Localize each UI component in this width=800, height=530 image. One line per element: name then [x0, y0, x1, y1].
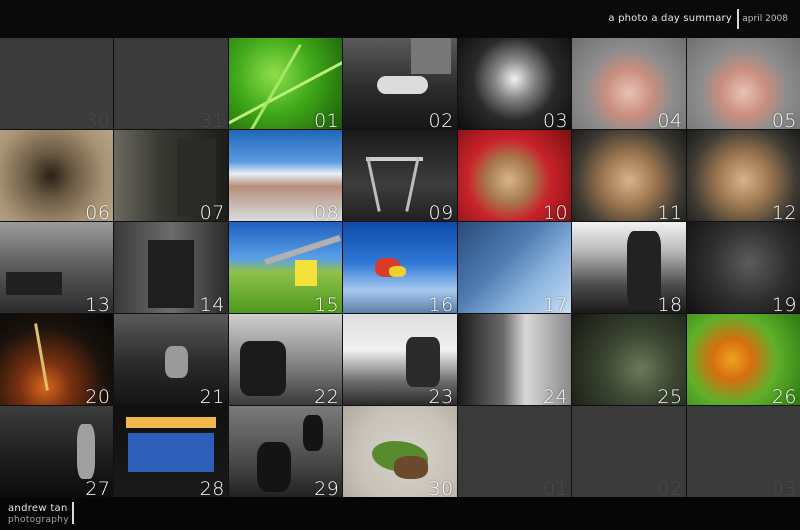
title-divider	[737, 9, 739, 29]
photo-tile[interactable]: 28	[114, 406, 228, 497]
photo-tile[interactable]: 20	[0, 314, 114, 405]
photo-tile[interactable]: 17	[457, 222, 572, 313]
brand-divider	[72, 502, 74, 524]
day-number: 23	[428, 386, 454, 405]
photo-detail	[257, 442, 292, 493]
day-number: 06	[85, 202, 111, 221]
photo-calendar-grid: 30 31 01 02 03 04 05 06 07 08 09 10 11 12 13 14 15 16 17 18…	[0, 38, 800, 497]
photo-tile[interactable]: 06	[0, 130, 114, 221]
photo-tile[interactable]: 11	[572, 130, 686, 221]
day-number: 17	[542, 294, 569, 313]
day-number: 03	[771, 478, 797, 497]
day-number: 10	[542, 202, 569, 221]
photo-detail	[165, 345, 189, 378]
day-number: 08	[314, 202, 340, 221]
day-number: 22	[314, 386, 340, 405]
photo-detail	[33, 323, 49, 392]
photo-tile[interactable]: 05	[686, 38, 800, 129]
photo-tile[interactable]: 25	[572, 314, 686, 405]
photo-detail	[365, 157, 381, 212]
photo-tile[interactable]: 24	[457, 314, 572, 405]
day-number: 14	[199, 294, 225, 313]
day-number: 28	[199, 478, 225, 497]
photo-tile[interactable]: 19	[686, 222, 800, 313]
day-number: 03	[542, 110, 569, 129]
day-number: 15	[314, 294, 340, 313]
photo-tile[interactable]: 01	[228, 38, 343, 129]
photo-detail	[411, 38, 452, 75]
day-number: 19	[771, 294, 797, 313]
photo-detail	[302, 415, 323, 452]
empty-day-tile: 30	[0, 38, 114, 129]
photo-tile[interactable]: 10	[457, 130, 572, 221]
empty-day-tile: 03	[686, 406, 800, 497]
photo-tile[interactable]: 08	[228, 130, 343, 221]
day-number: 02	[657, 478, 683, 497]
empty-day-tile: 01	[457, 406, 572, 497]
photo-tile[interactable]: 26	[686, 314, 800, 405]
header-bar: a photo a day summary april 2008	[0, 0, 800, 38]
footer-bar	[0, 497, 800, 530]
photo-tile[interactable]: 15	[228, 222, 343, 313]
day-number: 27	[85, 478, 111, 497]
photo-tile[interactable]: 27	[0, 406, 114, 497]
day-number: 13	[85, 294, 111, 313]
day-number: 07	[199, 202, 225, 221]
empty-day-tile: 02	[572, 406, 686, 497]
day-number: 25	[657, 386, 683, 405]
day-number: 30	[428, 478, 454, 497]
day-number: 16	[428, 294, 454, 313]
day-number: 12	[771, 202, 797, 221]
photo-tile[interactable]: 03	[457, 38, 572, 129]
day-number: 18	[657, 294, 683, 313]
photo-detail	[5, 272, 63, 295]
day-number: 21	[199, 386, 225, 405]
photo-detail	[365, 157, 423, 162]
photo-tile[interactable]: 12	[686, 130, 800, 221]
photo-tile[interactable]: 16	[343, 222, 457, 313]
photo-detail	[405, 157, 420, 212]
photo-detail	[148, 240, 194, 309]
photo-tile[interactable]: 09	[343, 130, 457, 221]
photo-detail	[388, 265, 406, 277]
day-number: 31	[199, 110, 225, 129]
day-number: 24	[542, 386, 569, 405]
day-number: 01	[314, 110, 340, 129]
day-number: 09	[428, 202, 454, 221]
photo-tile[interactable]: 30	[343, 406, 457, 497]
day-number: 29	[314, 478, 340, 497]
photo-tile[interactable]: 21	[114, 314, 228, 405]
brand-name: andrew tan	[8, 503, 68, 514]
photo-tile[interactable]: 22	[228, 314, 343, 405]
photo-detail	[240, 341, 286, 396]
photo-tile[interactable]: 04	[572, 38, 686, 129]
photo-detail	[294, 260, 318, 286]
month-label: april 2008	[742, 14, 788, 24]
photo-tile[interactable]: 02	[343, 38, 457, 129]
photo-tile[interactable]: 07	[114, 130, 228, 221]
photo-tile[interactable]: 13	[0, 222, 114, 313]
day-number: 20	[85, 386, 111, 405]
photo-tile[interactable]: 29	[228, 406, 343, 497]
photo-detail	[394, 456, 429, 479]
empty-day-tile: 31	[114, 38, 228, 129]
photo-tile[interactable]: 23	[343, 314, 457, 405]
photo-tile[interactable]: 14	[114, 222, 228, 313]
day-number: 04	[657, 110, 683, 129]
photo-detail	[125, 416, 217, 428]
brand-tagline: photography	[8, 515, 69, 525]
photo-detail	[77, 424, 96, 479]
photo-detail	[377, 76, 429, 95]
day-number: 05	[771, 110, 797, 129]
page-title: a photo a day summary	[608, 13, 732, 24]
day-number: 02	[428, 110, 454, 129]
day-number: 01	[542, 478, 569, 497]
day-number: 26	[771, 386, 797, 405]
photo-detail	[128, 433, 215, 472]
photo-detail	[626, 231, 661, 309]
photo-detail	[405, 336, 440, 387]
day-number: 11	[657, 202, 683, 221]
photo-tile[interactable]: 18	[572, 222, 686, 313]
day-number: 30	[85, 110, 111, 129]
